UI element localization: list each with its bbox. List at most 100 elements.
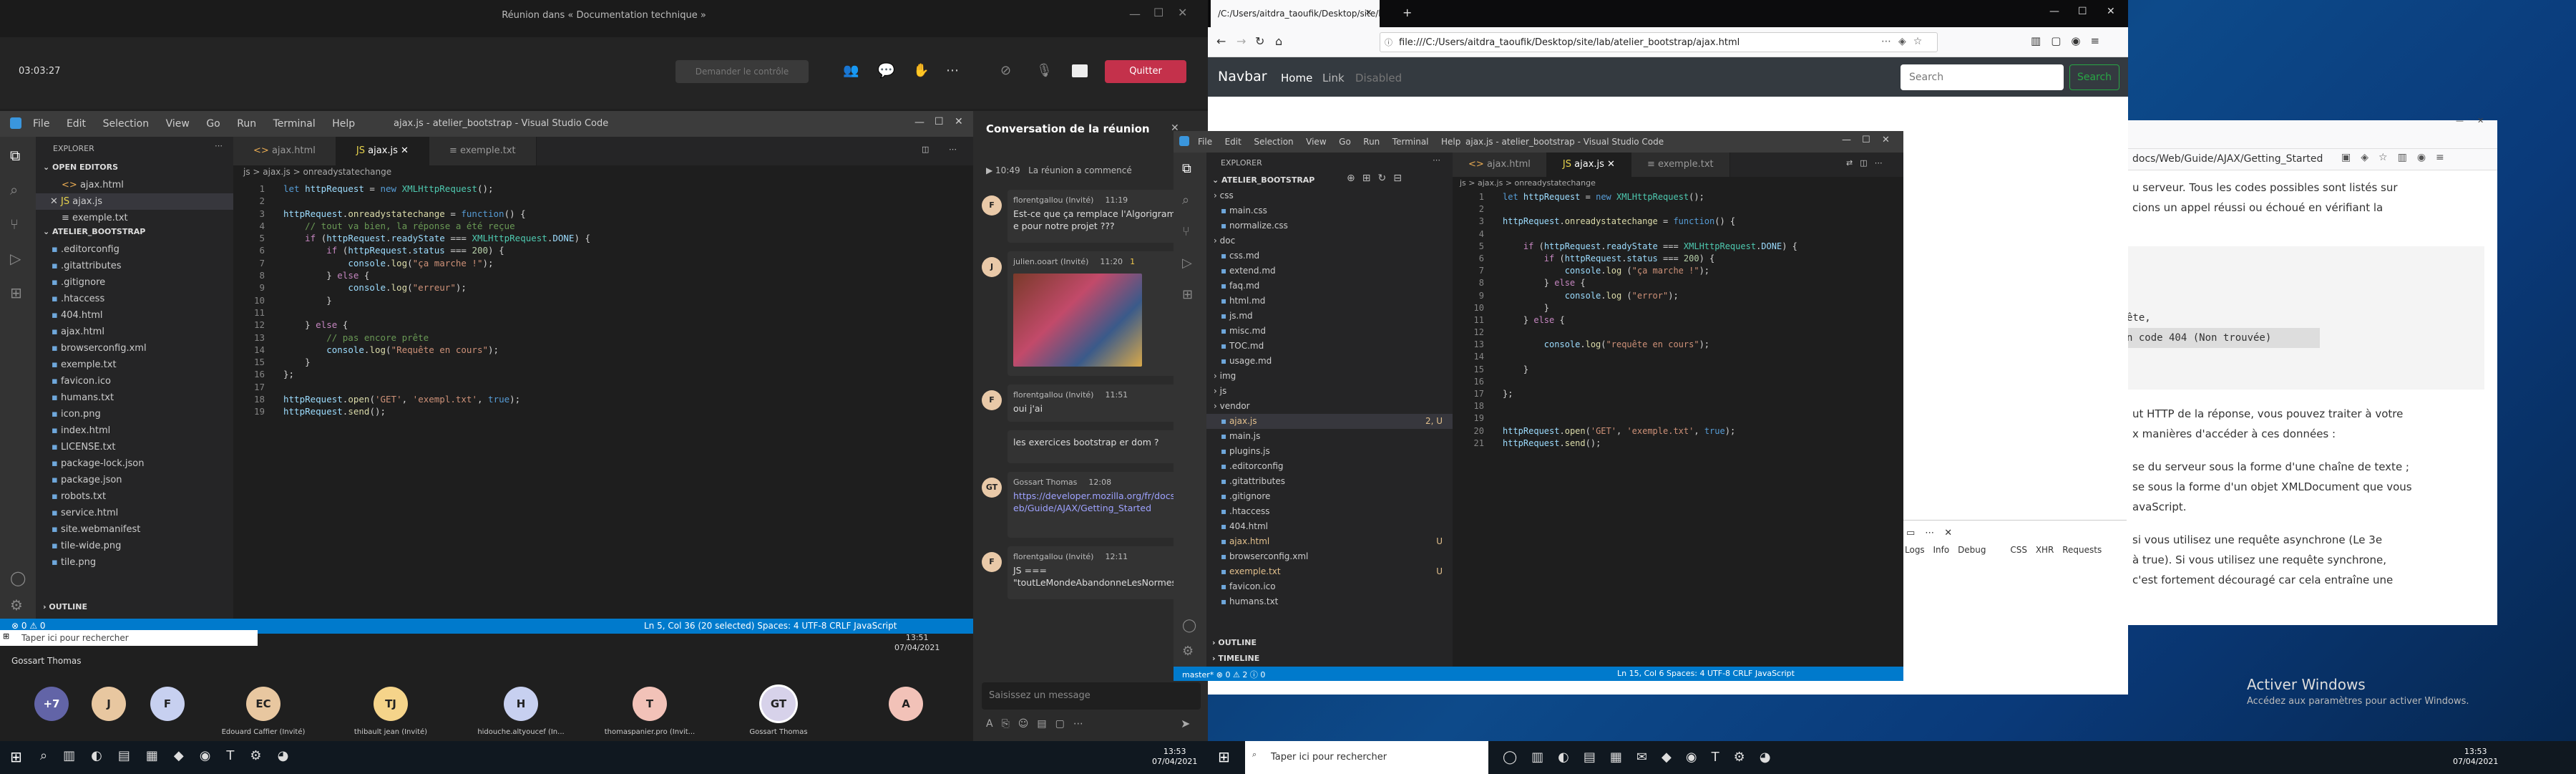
folder-tree-item[interactable]: › doc xyxy=(1206,233,1453,248)
filter-info[interactable]: Info xyxy=(1933,545,1950,555)
code-line[interactable]: 17 xyxy=(233,381,973,393)
chrome-icon[interactable]: ◉ xyxy=(1686,750,1712,765)
sidebar-icon[interactable]: ▢ xyxy=(2051,34,2071,47)
file-tree-item[interactable]: ▪ favicon.ico xyxy=(36,373,233,390)
participant-avatar[interactable]: T xyxy=(633,687,667,721)
code-line[interactable]: 9 console.log("erreur"); xyxy=(233,281,973,294)
new-tab-icon[interactable]: + xyxy=(1402,6,1412,19)
file-tree-item[interactable]: ▪ robots.txt xyxy=(36,488,233,505)
taskbar-search-right[interactable]: ⌕ Taper ici pour rechercher xyxy=(1245,741,1488,774)
code-line[interactable]: 14 xyxy=(1453,351,1903,363)
code-line[interactable]: 13 console.log("requête en cours"); xyxy=(1453,339,1903,351)
mail-icon[interactable]: ✉ xyxy=(1636,750,1662,765)
search-icon[interactable]: ⌕ xyxy=(1182,193,1189,208)
menu-help[interactable]: Help xyxy=(332,111,355,137)
shield-icon[interactable]: ◈ xyxy=(1898,36,1913,47)
code-line[interactable]: 15 } xyxy=(1453,364,1903,376)
filter-css[interactable]: CSS xyxy=(2010,545,2027,555)
search-icon[interactable]: ⌕ xyxy=(40,748,63,763)
run-debug-icon[interactable]: ▷ xyxy=(10,250,21,267)
menu-view[interactable]: View xyxy=(1306,129,1326,155)
participants-icon[interactable]: 👥 xyxy=(843,63,859,78)
code-line[interactable]: 10 } xyxy=(233,294,973,306)
close-icon[interactable]: ✕ xyxy=(955,116,963,127)
code-line[interactable]: 16}; xyxy=(233,368,973,380)
library-icon[interactable]: ▥ xyxy=(2031,34,2051,47)
reaction-count[interactable]: 1 xyxy=(1130,257,1135,266)
file-tree-item[interactable]: ▪ .gitattributes xyxy=(36,258,233,274)
store-icon[interactable]: ▦ xyxy=(146,748,174,763)
open-editors-header[interactable]: ⌄ OPEN EDITORS xyxy=(43,163,118,172)
collapse-icon[interactable]: ⊟ xyxy=(1393,173,1409,184)
code-line[interactable]: 8 } else { xyxy=(1453,277,1903,289)
send-icon[interactable]: ➤ xyxy=(1181,717,1190,730)
source-control-icon[interactable]: ⑂ xyxy=(10,216,19,233)
file-tree-item[interactable]: ▪ extend.md xyxy=(1206,263,1453,279)
tab-exemple-txt[interactable]: ≡ exemple.txt xyxy=(1631,153,1730,177)
breadcrumb[interactable]: js > ajax.js > onreadystatechange xyxy=(243,167,391,177)
code-line[interactable]: 1 let httpRequest = new XMLHttpRequest(); xyxy=(1453,191,1903,203)
file-tree-item[interactable]: ▪ tile-wide.png xyxy=(36,538,233,554)
close-icon[interactable]: ✕ xyxy=(1178,6,1187,19)
file-tree-item[interactable]: ▪ usage.md xyxy=(1206,354,1453,369)
refresh-icon[interactable]: ↻ xyxy=(1377,173,1393,184)
page-info-icon[interactable]: ⓘ xyxy=(1385,37,1392,48)
git-status[interactable]: master* ⊗ 0 ⚠ 2 ⓘ 0 xyxy=(1182,669,1265,680)
file-tree-item[interactable]: ▪ service.html xyxy=(36,505,233,521)
leave-button[interactable]: Quitter xyxy=(1105,60,1186,83)
menu-help[interactable]: Help xyxy=(1441,129,1460,155)
close-tab-icon[interactable]: ✕ xyxy=(1365,8,1372,17)
folder-tree-item[interactable]: › js xyxy=(1206,384,1453,399)
new-file-icon[interactable]: ⊕ xyxy=(1347,173,1362,184)
participant-avatar[interactable]: TJ xyxy=(374,687,408,721)
file-tree-item[interactable]: ▪ ajax.html U xyxy=(1206,534,1453,549)
nav-link-link[interactable]: Link xyxy=(1322,72,1345,84)
file-tree-item[interactable]: ▪ package-lock.json xyxy=(36,455,233,472)
open-editor-item[interactable]: ✕ JS ajax.js xyxy=(36,193,233,210)
file-tree-item[interactable]: ▪ icon.png xyxy=(36,406,233,422)
explorer-icon[interactable]: ⧉ xyxy=(1182,161,1191,176)
tab-exemple-txt[interactable]: ≡ exemple.txt xyxy=(429,137,537,165)
close-icon[interactable]: ✕ xyxy=(1882,135,1890,145)
code-editor[interactable]: 1 let httpRequest = new XMLHttpRequest();… xyxy=(233,183,973,612)
mdn-addressbar[interactable]: docs/Web/Guide/AJAX/Getting_Started ▣◈☆▥… xyxy=(2127,149,2497,170)
more-icon[interactable]: ⋯ xyxy=(215,141,223,150)
menu-run[interactable]: Run xyxy=(1363,129,1380,155)
file-tree-item[interactable]: ▪ .editorconfig xyxy=(1206,459,1453,474)
code-line[interactable]: 19 xyxy=(1453,412,1903,425)
run-debug-icon[interactable]: ▷ xyxy=(1182,256,1192,271)
maximize-icon[interactable]: ☐ xyxy=(935,116,944,127)
tab-ajax-js[interactable]: JS ajax.js ✕ xyxy=(336,137,429,165)
folder-tree-item[interactable]: › img xyxy=(1206,369,1453,384)
participant-avatar[interactable]: +7 xyxy=(34,687,69,721)
teams-icon[interactable]: T xyxy=(226,748,250,763)
menu-file[interactable]: File xyxy=(1198,129,1212,155)
timeline-header[interactable]: › TIMELINE xyxy=(1212,654,1259,663)
file-tree-item[interactable]: ▪ favicon.ico xyxy=(1206,579,1453,594)
explorer-icon[interactable]: ⧉ xyxy=(10,147,20,164)
maximize-icon[interactable]: ☐ xyxy=(1862,135,1870,145)
minimize-icon[interactable]: — xyxy=(914,117,924,128)
code-line[interactable]: 5 if (httpRequest.readyState === XMLHttp… xyxy=(1453,241,1903,253)
source-control-icon[interactable]: ⑂ xyxy=(1182,224,1190,239)
code-line[interactable]: 8 } else { xyxy=(233,269,973,281)
code-line[interactable]: 7 console.log("ça marche !"); xyxy=(233,257,973,269)
file-tree-item[interactable]: ▪ humans.txt xyxy=(36,390,233,406)
code-line[interactable]: 17}; xyxy=(1453,388,1903,400)
file-tree-item[interactable]: ▪ .htaccess xyxy=(1206,504,1453,519)
close-icon[interactable]: ✕ xyxy=(2477,116,2484,125)
format-icon[interactable]: A xyxy=(986,718,1002,730)
code-line[interactable]: 14 console.log("Requête en cours"); xyxy=(233,344,973,356)
file-tree-item[interactable]: ▪ 404.html xyxy=(36,307,233,324)
file-tree-item[interactable]: ▪ main.css xyxy=(1206,203,1453,218)
filter-xhr[interactable]: XHR xyxy=(2036,545,2054,555)
back-icon[interactable]: ← xyxy=(1216,34,1226,48)
breadcrumb[interactable]: js > ajax.js > onreadystatechange xyxy=(1460,178,1596,188)
minimize-icon[interactable]: — xyxy=(1842,135,1851,145)
windows-start-icon[interactable]: ⊞ xyxy=(10,748,22,765)
file-tree-item[interactable]: ▪ misc.md xyxy=(1206,324,1453,339)
file-tree-item[interactable]: ▪ tile.png xyxy=(36,554,233,571)
teams-icon[interactable]: T xyxy=(1712,750,1734,765)
file-tree-item[interactable]: ▪ index.html xyxy=(36,422,233,439)
file-tree-item[interactable]: ▪ ajax.js 2, U xyxy=(1206,414,1453,429)
